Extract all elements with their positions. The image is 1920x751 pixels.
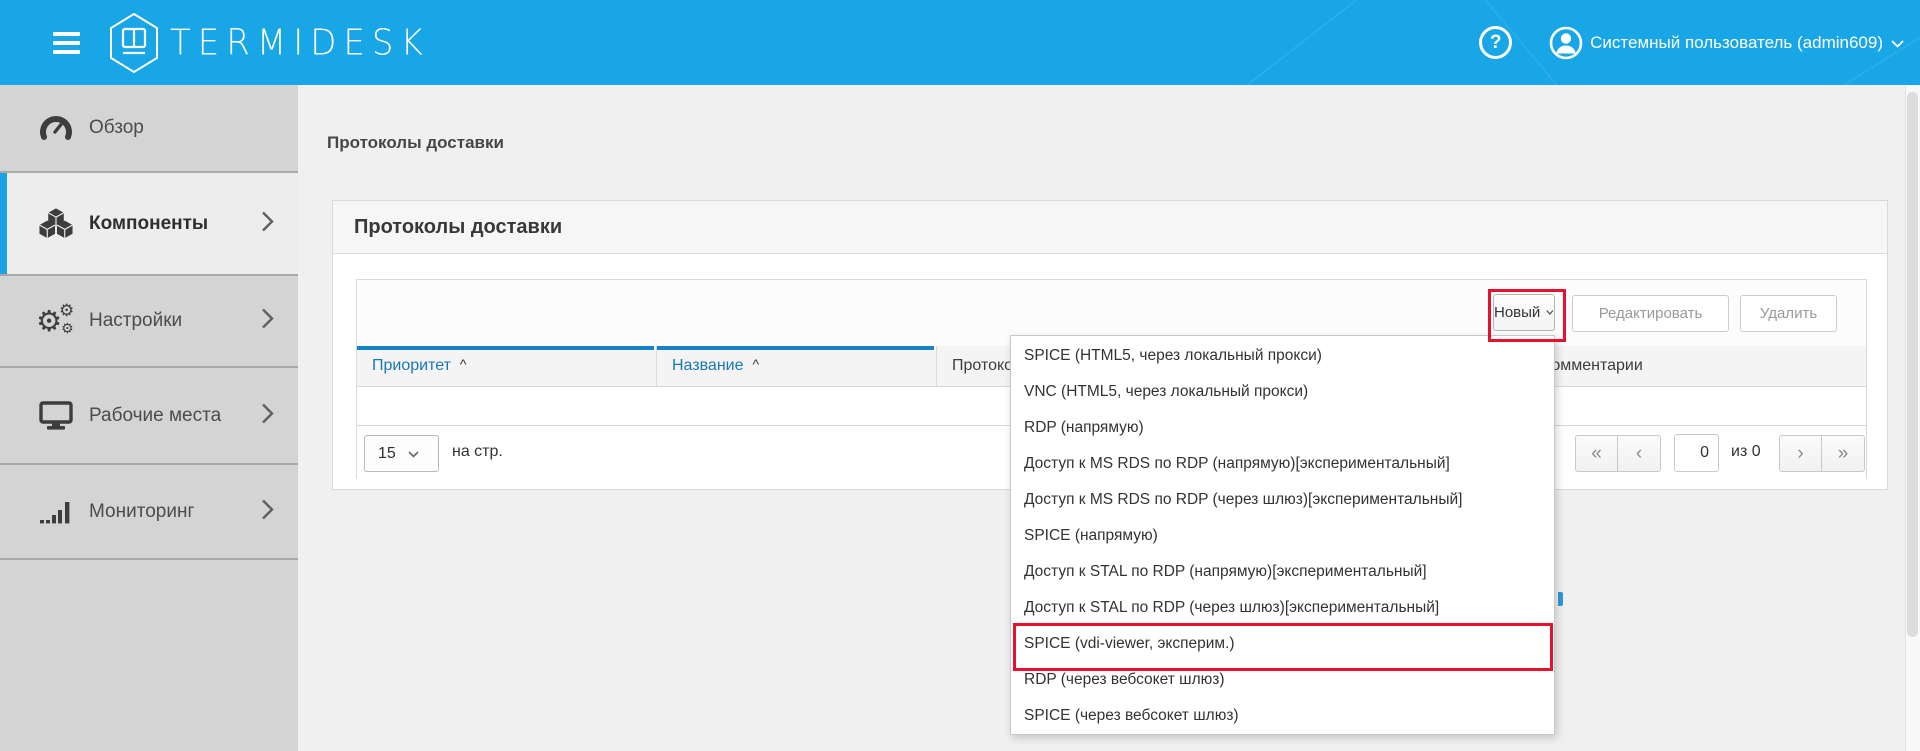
next-page-button[interactable]: ›	[1779, 435, 1822, 472]
user-menu[interactable]: Системный пользователь (admin609)	[1549, 26, 1904, 60]
decor-line	[1075, 0, 1407, 85]
hamburger-menu-icon[interactable]	[53, 27, 80, 59]
sidebar-item-label: Обзор	[89, 117, 144, 139]
menu-item-vnc-html5-proxy[interactable]: VNC (HTML5, через локальный прокси)	[1011, 374, 1554, 410]
top-header: TERMIDESK ? Системный пользователь (admi…	[0, 0, 1920, 85]
user-name-label: Системный пользователь (admin609)	[1590, 33, 1883, 53]
menu-item-stal-rdp-gateway[interactable]: Доступ к STAL по RDP (через шлюз)[экспер…	[1011, 590, 1554, 626]
first-page-button[interactable]: «	[1575, 435, 1618, 472]
chevron-down-icon	[1891, 40, 1904, 48]
cubes-icon	[38, 208, 74, 239]
chevron-down-icon	[408, 451, 419, 458]
help-icon[interactable]: ?	[1479, 26, 1512, 59]
sidebar-item-label: Рабочие места	[89, 405, 221, 427]
panel-header: Протоколы доставки	[333, 201, 1887, 254]
sidebar-item-monitoring[interactable]: Мониторинг	[0, 465, 298, 560]
edit-button[interactable]: Редактировать	[1572, 295, 1729, 332]
column-header-priority[interactable]: Приоритет ^	[357, 346, 657, 386]
menu-item-rdp-websocket[interactable]: RDP (через вебсокет шлюз)	[1011, 662, 1554, 698]
breadcrumb: Протоколы доставки	[327, 133, 504, 153]
menu-item-msrds-rdp-direct[interactable]: Доступ к MS RDS по RDP (напрямую)[экспер…	[1011, 446, 1554, 482]
gears-icon: ⚙ ⚙ ⚙	[38, 304, 74, 338]
menu-item-msrds-rdp-gateway[interactable]: Доступ к MS RDS по RDP (через шлюз)[эксп…	[1011, 482, 1554, 518]
chevron-down-icon	[1546, 309, 1554, 316]
chevron-right-icon	[261, 498, 274, 525]
dashboard-icon	[38, 113, 74, 143]
menu-item-spice-direct[interactable]: SPICE (напрямую)	[1011, 518, 1554, 554]
panel-title: Протоколы доставки	[354, 216, 562, 239]
chevron-right-icon	[261, 210, 274, 237]
column-header-name[interactable]: Название ^	[657, 346, 937, 386]
chevron-right-icon	[261, 402, 274, 429]
vertical-scrollbar-thumb[interactable]	[1907, 92, 1918, 637]
sort-asc-icon: ^	[753, 356, 760, 372]
chevron-right-icon	[261, 308, 274, 335]
sidebar-item-label: Настройки	[89, 310, 182, 332]
menu-item-spice-websocket[interactable]: SPICE (через вебсокет шлюз)	[1011, 698, 1554, 734]
menu-item-rdp-direct[interactable]: RDP (напрямую)	[1011, 410, 1554, 446]
sidebar-item-workplaces[interactable]: Рабочие места	[0, 368, 298, 465]
user-avatar-icon	[1549, 26, 1583, 60]
new-button[interactable]: Новый	[1493, 294, 1555, 331]
new-protocol-dropdown-menu: SPICE (HTML5, через локальный прокси) VN…	[1010, 335, 1555, 735]
sidebar-item-label: Мониторинг	[89, 501, 194, 523]
menu-item-spice-html5-proxy[interactable]: SPICE (HTML5, через локальный прокси)	[1011, 338, 1554, 374]
sidebar-item-label: Компоненты	[89, 213, 208, 235]
hidden-button-fragment	[1558, 592, 1563, 606]
termidesk-logo-icon	[107, 13, 161, 73]
sidebar: Обзор К	[0, 85, 298, 751]
per-page-label: на стр.	[452, 443, 503, 461]
pagination-forward-group: › »	[1779, 435, 1865, 472]
sort-asc-icon: ^	[460, 356, 467, 372]
sidebar-item-settings[interactable]: ⚙ ⚙ ⚙ Настройки	[0, 276, 298, 368]
app-root: TERMIDESK ? Системный пользователь (admi…	[0, 0, 1920, 751]
desktop-icon	[38, 401, 74, 431]
signal-bars-icon	[38, 499, 74, 525]
prev-page-button[interactable]: ‹	[1618, 435, 1661, 472]
page-number-input[interactable]	[1674, 434, 1719, 472]
sidebar-item-overview[interactable]: Обзор	[0, 85, 298, 173]
page-size-select[interactable]: 15	[364, 435, 439, 472]
logo-wordmark: TERMIDESK	[170, 22, 430, 64]
column-header-comments[interactable]: Комментарии	[1527, 346, 1866, 386]
sidebar-item-components[interactable]: Компоненты	[0, 173, 298, 276]
pagination-back-group: « ‹	[1575, 435, 1661, 472]
menu-item-stal-rdp-direct[interactable]: Доступ к STAL по RDP (напрямую)[эксперим…	[1011, 554, 1554, 590]
menu-item-spice-vdi-viewer[interactable]: SPICE (vdi-viewer, эксперим.)	[1011, 626, 1554, 662]
last-page-button[interactable]: »	[1822, 435, 1865, 472]
page-count-label: из 0	[1731, 443, 1761, 461]
delete-button[interactable]: Удалить	[1740, 295, 1837, 332]
